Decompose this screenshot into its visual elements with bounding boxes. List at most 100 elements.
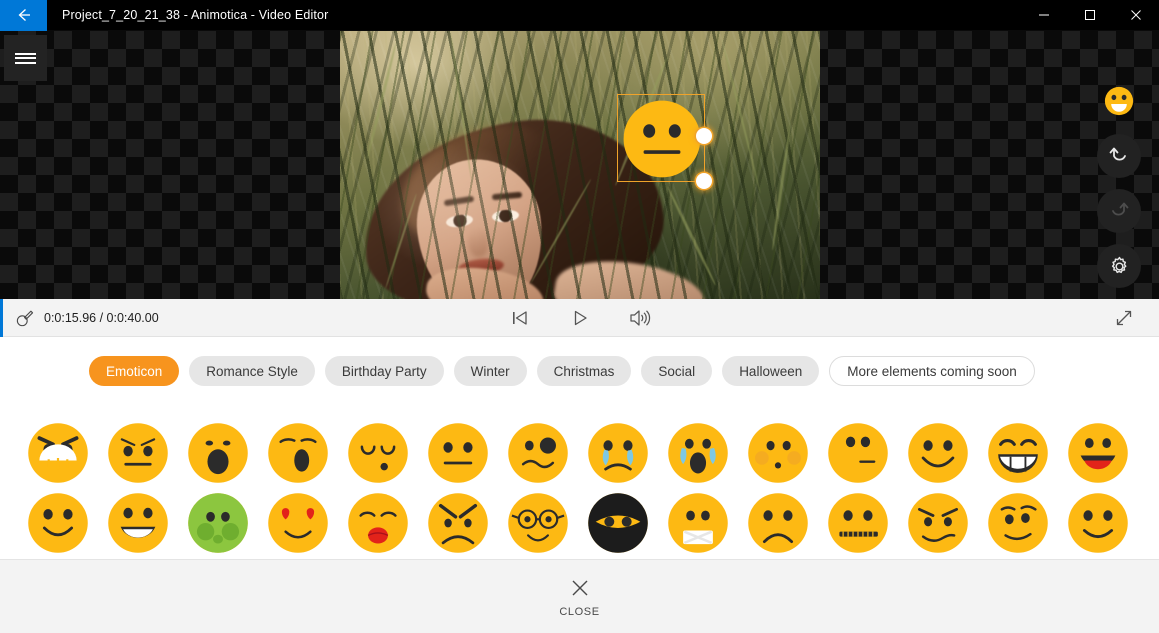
smiley-icon (1104, 86, 1134, 116)
nauseated-green-emoji[interactable] (178, 488, 258, 558)
sly-emoji[interactable] (898, 488, 978, 558)
grinning-teeth-emoji[interactable] (978, 418, 1058, 488)
photo-subject-hair-highlight (390, 113, 580, 261)
minimize-button[interactable] (1021, 0, 1067, 31)
photo-subject-hand (423, 262, 547, 299)
maximize-icon (1085, 10, 1095, 20)
photo-subject-lips (457, 256, 505, 278)
emoji-grid-wrapper (0, 418, 1159, 558)
smile-emoji[interactable] (898, 418, 978, 488)
preview-photo (340, 31, 820, 299)
laughing-emoji[interactable] (1058, 418, 1138, 488)
photo-subject-brow-left (443, 195, 475, 207)
photo-subject-eye-right (491, 208, 520, 224)
photo-grass-foreground (340, 31, 820, 299)
tab-more-elements-coming-soon[interactable]: More elements coming soon (829, 356, 1035, 386)
tab-social[interactable]: Social (641, 356, 713, 386)
time-display: 0:0:15.96 / 0:0:40.00 (44, 310, 159, 325)
angry-emoji[interactable] (98, 418, 178, 488)
grass-blade (365, 42, 398, 160)
play-button[interactable] (565, 303, 595, 333)
grass-blade (384, 193, 418, 289)
tool-rail (1080, 62, 1159, 299)
shocked-emoji[interactable] (178, 418, 258, 488)
redo-button[interactable] (1097, 189, 1141, 233)
photo-subject-brow-right (491, 191, 523, 201)
sad-emoji[interactable] (738, 488, 818, 558)
sobbing-emoji[interactable] (658, 418, 738, 488)
settings-button[interactable] (1097, 244, 1141, 288)
animotica-video-editor-window: Project_7_20_21_38 - Animotica - Video E… (0, 0, 1159, 633)
redo-arrow-icon (1112, 202, 1129, 216)
resize-handle-bottom-right[interactable] (696, 173, 712, 189)
emoji-overlay-selection[interactable] (617, 94, 712, 189)
tab-romance-style[interactable]: Romance Style (189, 356, 315, 386)
grass-blade (720, 38, 762, 194)
fullscreen-button[interactable] (1109, 303, 1139, 333)
bandaged-mouth-emoji[interactable] (658, 488, 738, 558)
tab-label: Emoticon (106, 363, 163, 379)
undo-arrow-icon (1109, 147, 1126, 161)
ninja-emoji[interactable] (578, 488, 658, 558)
tab-christmas[interactable]: Christmas (536, 356, 632, 386)
tab-winter[interactable]: Winter (453, 356, 527, 386)
photo-subject-face (409, 152, 551, 299)
play-icon (574, 310, 587, 325)
volume-button[interactable] (625, 303, 655, 333)
skip-to-start-button[interactable] (505, 303, 535, 333)
photo-subject-eye-left (445, 213, 474, 229)
fullscreen-expand-icon (1116, 310, 1132, 325)
maximize-button[interactable] (1067, 0, 1113, 31)
back-button[interactable] (0, 0, 47, 31)
brush-tool-icon (16, 310, 34, 326)
open-mouth-smile-emoji[interactable] (98, 488, 178, 558)
photo-subject-shoulder (551, 251, 709, 299)
neutral-face-emoji (623, 100, 701, 178)
tab-birthday-party[interactable]: Birthday Party (324, 356, 444, 386)
hamburger-menu-icon (15, 50, 36, 66)
close-label: CLOSE (559, 605, 600, 618)
tab-label: Birthday Party (341, 363, 427, 379)
window-title: Project_7_20_21_38 - Animotica - Video E… (62, 8, 329, 22)
hamburger-menu-button[interactable] (4, 35, 47, 81)
accent-marker (0, 299, 3, 337)
crying-emoji[interactable] (578, 418, 658, 488)
photo-subject-nose (466, 226, 490, 258)
gear-icon (1111, 256, 1126, 273)
preview-stage (0, 31, 1159, 299)
raised-eyebrow-emoji[interactable] (978, 488, 1058, 558)
title-bar: Project_7_20_21_38 - Animotica - Video E… (0, 0, 1159, 31)
window-controls (1021, 0, 1159, 31)
sleepy-emoji[interactable] (338, 418, 418, 488)
close-bar[interactable]: CLOSE (0, 559, 1159, 633)
angry-grin-emoji[interactable] (18, 418, 98, 488)
blushing-emoji[interactable] (738, 418, 818, 488)
close-window-button[interactable] (1113, 0, 1159, 31)
back-arrow-icon (18, 9, 30, 21)
undo-button[interactable] (1097, 134, 1141, 178)
emoticon-tool-button[interactable] (1097, 79, 1141, 123)
tab-label: Halloween (739, 363, 803, 379)
smirk-emoji[interactable] (818, 418, 898, 488)
zipper-mouth-emoji[interactable] (818, 488, 898, 558)
video-preview[interactable] (340, 31, 820, 299)
happy-emoji[interactable] (1058, 488, 1138, 558)
kissing-emoji[interactable] (338, 488, 418, 558)
yawning-emoji[interactable] (258, 418, 338, 488)
slight-smile-emoji[interactable] (18, 488, 98, 558)
confused-wink-emoji[interactable] (498, 418, 578, 488)
close-x-icon (572, 580, 587, 595)
tab-emoticon[interactable]: Emoticon (89, 356, 180, 386)
rage-emoji[interactable] (418, 488, 498, 558)
volume-icon (629, 309, 650, 326)
tab-halloween[interactable]: Halloween (722, 356, 820, 386)
transport-controls (505, 303, 655, 333)
nerd-glasses-emoji[interactable] (498, 488, 578, 558)
skip-to-start-icon (512, 310, 527, 325)
neutral-emoji[interactable] (418, 418, 498, 488)
heart-eyes-emoji[interactable] (258, 488, 338, 558)
resize-handle-right[interactable] (696, 128, 712, 144)
close-icon (1131, 10, 1141, 20)
grass-blade (666, 185, 717, 287)
tab-label: Social (658, 363, 696, 379)
